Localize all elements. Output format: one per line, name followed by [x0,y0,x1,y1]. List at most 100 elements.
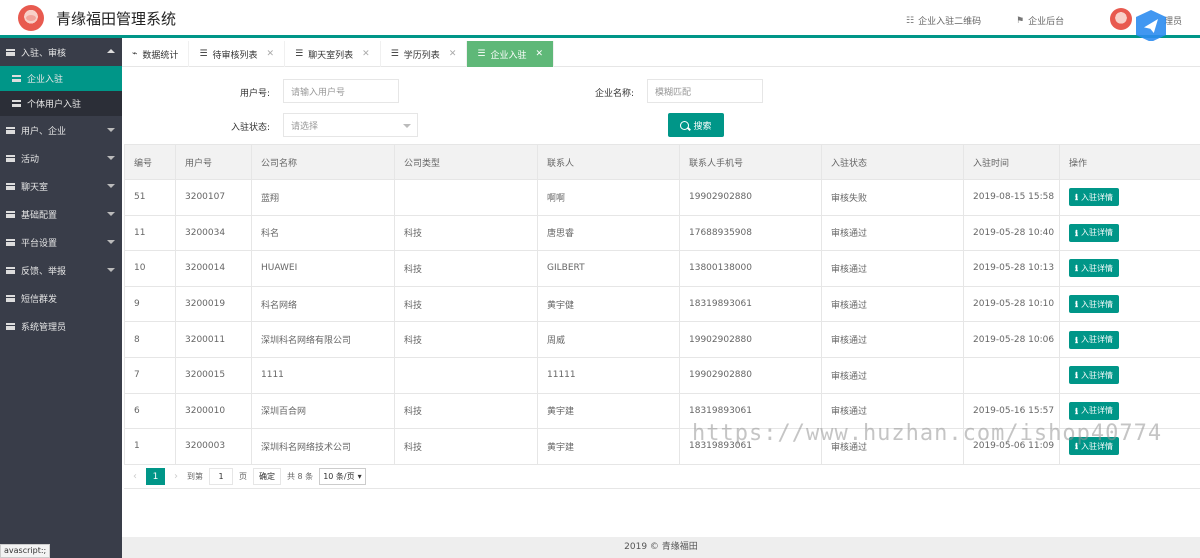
sidebar-item-sms-broadcast[interactable]: 短信群发 [0,284,122,312]
chevron-down-icon [107,156,115,160]
table-cell: HUAWEI [251,250,395,287]
table-cell: 审核通过 [821,250,964,287]
chevron-down-icon [107,240,115,244]
flag-icon: ⚑ [1016,15,1025,26]
prev-page-icon[interactable]: ‹ [130,471,140,482]
tab-company-onboarding[interactable]: ☰ 企业入驻 ✕ [467,41,554,67]
next-page-icon[interactable]: › [171,471,181,482]
sidebar-item-basic-config[interactable]: 基础配置 [0,200,122,228]
table-cell: 3200003 [175,428,252,465]
qr-list-icon: ☷ [906,15,915,26]
sidebar-item-onboarding-review[interactable]: 入驻、审核 [0,38,122,66]
pulse-icon: ⌁ [132,49,138,59]
sidebar-item-activities[interactable]: 活动 [0,144,122,172]
column-header[interactable]: 入驻状态 [821,144,964,180]
table-cell: 科名网络 [251,285,395,323]
onboarding-detail-button[interactable]: ℹ 入驻详情 [1069,188,1120,207]
onboarding-detail-button[interactable]: ℹ 入驻详情 [1069,366,1120,385]
table-cell: 深圳科名网络技术公司 [251,428,395,465]
goto-page-input[interactable]: 1 [209,468,233,485]
list-icon: ☰ [477,49,486,59]
onboarding-detail-button[interactable]: ℹ 入驻详情 [1069,330,1120,349]
action-cell: ℹ 入驻详情 [1059,285,1200,323]
close-icon[interactable]: ✕ [362,49,370,59]
table-cell: 审核通过 [821,321,964,358]
sidebar-item-individual-onboarding[interactable]: 个体用户入驻 [0,91,122,116]
table-cell: 深圳百合网 [251,392,395,430]
column-header[interactable]: 公司名称 [251,144,395,180]
current-page[interactable]: 1 [146,468,165,485]
table-row: 9 3200019 科名网络 科技 黄宇健 18319893061 审核通过 2019-05-… [124,285,1200,323]
tab-chatroom-list[interactable]: ☰ 聊天室列表 ✕ [285,41,381,67]
info-icon: ℹ [1075,405,1079,416]
user-no-input[interactable]: 请输入用户号 [283,79,399,103]
table-cell: 蓝翔 [251,179,395,216]
tab-data-statistics[interactable]: ⌁ 数据统计 [122,41,190,67]
table-cell: 3200011 [175,321,252,358]
column-header[interactable]: 公司类型 [394,144,538,180]
table-cell: 审核失败 [821,179,964,216]
table-cell: 2019-05-28 10:06 [963,321,1060,358]
onboarding-detail-button[interactable]: ℹ 入驻详情 [1069,259,1120,278]
user-name[interactable]: 理员 [1164,14,1182,27]
table-cell: 51 [124,179,176,216]
company-name-input[interactable]: 模糊匹配 [647,79,763,103]
sidebar-item-system-admins[interactable]: 系统管理员 [0,312,122,340]
sidebar-item-company-onboarding[interactable]: 企业入驻 [0,66,122,91]
footer: 2019 © 青缘福田 [122,537,1200,558]
info-icon: ℹ [1075,263,1079,274]
menu-list-icon [6,154,15,162]
table-cell [963,356,1060,394]
menu-list-icon [6,210,15,218]
table-cell: 3200034 [175,214,252,252]
table-cell: 19902902880 [679,179,822,216]
status-label: 入驻状态: [230,123,270,133]
chevron-down-icon [107,184,115,188]
table-cell: 2019-05-28 10:40 [963,214,1060,252]
table-cell: 11 [124,214,176,252]
column-header[interactable]: 入驻时间 [963,144,1060,180]
page-size-select[interactable]: 10 条/页 ▾ [319,468,366,485]
table-cell: 3200014 [175,250,252,287]
backend-link[interactable]: ⚑ 企业后台 [1016,14,1064,28]
total-count: 共 8 条 [287,472,314,481]
menu-list-icon [6,48,15,56]
chevron-down-icon [107,268,115,272]
search-button[interactable]: 搜索 [668,113,724,137]
table-cell: 科名 [251,214,395,252]
table-cell: 9 [124,285,176,323]
onboarding-detail-button[interactable]: ℹ 入驻详情 [1069,223,1120,242]
sidebar-item-platform-settings[interactable]: 平台设置 [0,228,122,256]
table-cell: 3200019 [175,285,252,323]
sidebar-item-users-companies[interactable]: 用户、企业 [0,116,122,144]
column-header[interactable]: 操作 [1059,144,1200,180]
sidebar-item-feedback-reports[interactable]: 反馈、举报 [0,256,122,284]
user-avatar[interactable] [1110,8,1132,30]
table-cell: GILBERT [537,250,680,287]
table-cell [394,179,538,216]
column-header[interactable]: 联系人手机号 [679,144,822,180]
column-header[interactable]: 用户号 [175,144,252,180]
onboarding-detail-button[interactable]: ℹ 入驻详情 [1069,401,1120,420]
onboarding-table: 编号 用户号 公司名称 公司类型 联系人 联系人手机号 入驻状态 入驻时间 操作… [124,144,1200,465]
sidebar-item-chatroom[interactable]: 聊天室 [0,172,122,200]
table-cell: 审核通过 [821,285,964,323]
column-header[interactable]: 联系人 [537,144,680,180]
qr-code-link[interactable]: ☷ 企业入驻二维码 [906,14,981,28]
table-cell: 1 [124,428,176,465]
close-icon[interactable]: ✕ [449,49,457,59]
column-header[interactable]: 编号 [124,144,176,180]
table-row: 8 3200011 深圳科名网络有限公司 科技 周威 19902902880 审核通过 201… [124,321,1200,358]
close-icon[interactable]: ✕ [267,49,275,59]
goto-confirm-button[interactable]: 确定 [253,468,281,485]
info-icon: ℹ [1075,192,1079,203]
table-row: 51 3200107 蓝翔 啊啊 19902902880 审核失败 2019-08-15 1… [124,179,1200,216]
table-row: 7 3200015 1111 11111 19902902880 审核通过 ℹ 入驻详情 [124,356,1200,394]
tab-pending-review[interactable]: ☰ 待审核列表 ✕ [189,41,286,67]
table-cell: 黄宇健 [537,285,680,323]
tab-education-list[interactable]: ☰ 学历列表 ✕ [381,41,468,67]
status-select[interactable]: 请选择 [283,113,418,137]
close-icon[interactable]: ✕ [535,49,543,59]
floating-bird-icon[interactable] [1136,10,1166,42]
onboarding-detail-button[interactable]: ℹ 入驻详情 [1069,295,1120,314]
